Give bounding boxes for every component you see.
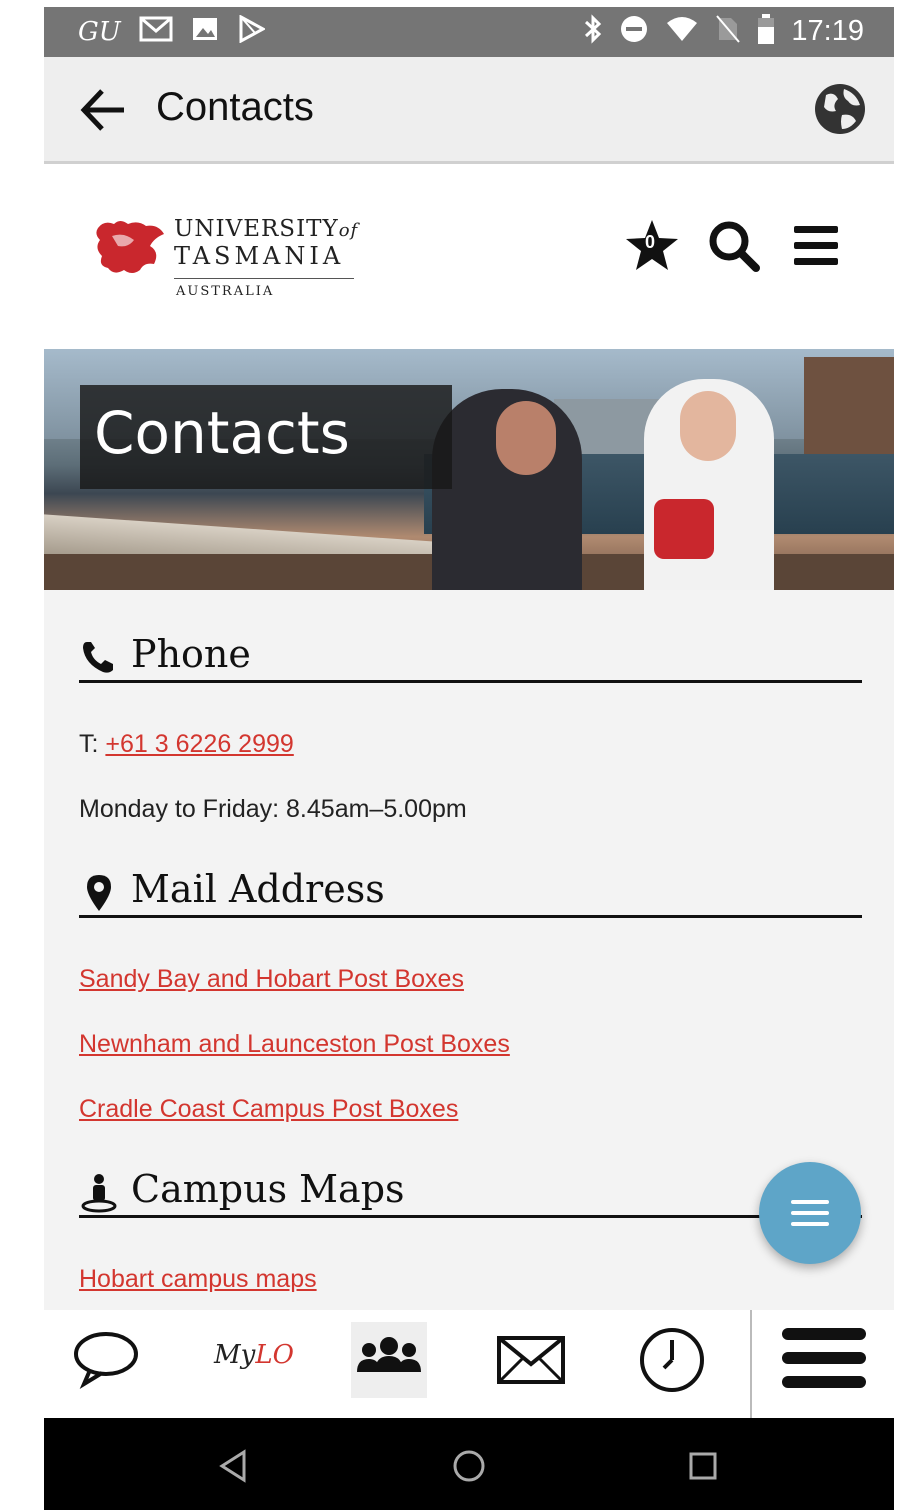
chat-bubble-icon[interactable] [68, 1322, 144, 1398]
logo-university-text: UNIVERSITY [174, 216, 339, 242]
phone-heading: Phone [131, 632, 251, 676]
hero-shirt-lion [654, 499, 714, 559]
hero-face-right [680, 391, 736, 461]
phone-icon [79, 638, 119, 678]
mail-link-newnham[interactable]: Newnham and Launceston Post Boxes [79, 1030, 510, 1059]
mail-link-sandy-bay[interactable]: Sandy Bay and Hobart Post Boxes [79, 965, 464, 994]
mail-link-cradle-coast[interactable]: Cradle Coast Campus Post Boxes [79, 1095, 458, 1124]
app-bar: Contacts [44, 57, 894, 164]
status-time: 17:19 [791, 15, 864, 47]
logo-of-text: of [338, 220, 359, 241]
mylo-text-lo: LO [255, 1340, 294, 1370]
maps-link-hobart[interactable]: Hobart campus maps [79, 1265, 317, 1294]
university-logo[interactable]: UNIVERSITYof TASMANIA AUSTRALIA [94, 212, 364, 312]
logo-rule [174, 278, 354, 279]
phone-screen: GU 17:19 Contacts UNIVERSITYof TASMANIA … [44, 7, 894, 1510]
hamburger-menu-icon[interactable] [780, 1322, 870, 1398]
bluetooth-icon [583, 14, 603, 49]
mail-icon[interactable] [493, 1322, 569, 1398]
lion-crest-icon [96, 221, 164, 273]
gmail-icon [139, 15, 173, 48]
bottom-navigation: MyLO [44, 1310, 894, 1418]
mylo-text-my: My [214, 1340, 256, 1370]
person-on-map-icon [79, 1173, 119, 1213]
play-store-icon [237, 14, 266, 48]
logo-line1: UNIVERSITYof [174, 216, 358, 242]
phone-line: T: +61 3 6226 2999 [79, 730, 294, 759]
back-triangle-icon[interactable] [216, 1448, 252, 1484]
mail-heading: Mail Address [131, 867, 385, 911]
globe-icon[interactable] [812, 81, 868, 137]
image-icon [191, 15, 219, 48]
hero-face-left [496, 401, 556, 475]
map-marker-icon [79, 873, 119, 913]
clock-icon[interactable] [634, 1322, 710, 1398]
battery-icon [757, 13, 775, 50]
search-icon[interactable] [706, 218, 762, 274]
wifi-icon [665, 15, 699, 48]
logo-line2: TASMANIA [174, 242, 345, 270]
status-bar: GU 17:19 [44, 7, 894, 57]
maps-heading: Campus Maps [131, 1167, 405, 1211]
hero-title-box: Contacts [80, 385, 452, 489]
mylo-logo[interactable]: MyLO [214, 1340, 294, 1370]
logo-line3: AUSTRALIA [176, 284, 275, 299]
recents-square-icon[interactable] [685, 1448, 721, 1484]
no-sim-icon [715, 14, 741, 49]
hero-banner: Contacts [44, 349, 894, 590]
mail-section-heading: Mail Address [79, 865, 862, 918]
maps-section-heading: Campus Maps [79, 1165, 862, 1218]
arrow-left-icon[interactable] [78, 85, 128, 135]
favourites-count: 0 [644, 232, 655, 252]
hero-title: Contacts [94, 399, 350, 467]
phone-section-heading: Phone [79, 630, 862, 683]
phone-number-link[interactable]: +61 3 6226 2999 [105, 730, 293, 758]
home-circle-icon[interactable] [451, 1448, 487, 1484]
status-left: GU [78, 14, 266, 48]
carrier-label: GU [78, 16, 121, 47]
app-bar-title: Contacts [156, 85, 314, 129]
bottom-nav-divider [750, 1310, 752, 1418]
status-right: 17:19 [583, 13, 864, 50]
site-header: UNIVERSITYof TASMANIA AUSTRALIA 0 [44, 164, 894, 349]
phone-prefix: T: [79, 730, 99, 758]
office-hours: Monday to Friday: 8.45am–5.00pm [79, 795, 467, 823]
do-not-disturb-icon [619, 14, 649, 49]
system-navigation-bar [44, 1418, 894, 1510]
floating-menu-button[interactable] [759, 1162, 861, 1264]
star-icon[interactable]: 0 [624, 218, 680, 274]
hamburger-menu-icon[interactable] [788, 218, 844, 274]
header-actions: 0 [624, 218, 844, 274]
contacts-group-icon[interactable] [351, 1322, 427, 1398]
